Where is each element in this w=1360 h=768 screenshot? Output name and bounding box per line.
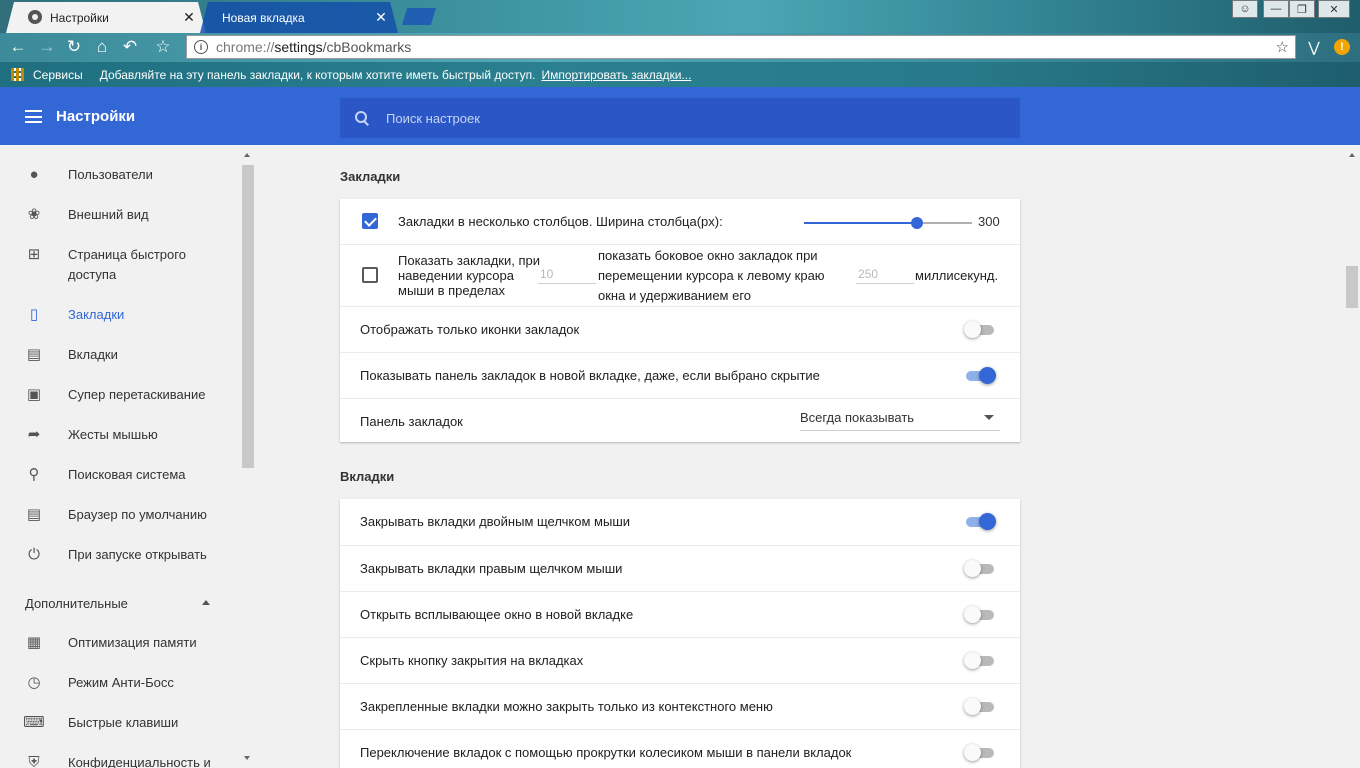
chip-icon: ▦ (26, 634, 42, 651)
slider-fill (804, 222, 917, 224)
tab-close-icon[interactable]: ✕ (182, 9, 196, 26)
palette-icon: ❀ (27, 206, 41, 223)
person-icon: ● (29, 165, 39, 183)
bookmarks-bar: Сервисы Добавляйте на эту панель закладк… (0, 62, 1360, 87)
home-icon[interactable]: ⌂ (91, 36, 113, 58)
icons-only-toggle[interactable] (964, 319, 998, 339)
setting-row-icons-only: Отображать только иконки закладок (340, 306, 1020, 352)
keyboard-icon: ⌨ (23, 714, 45, 731)
url-scheme: chrome:// (216, 39, 275, 55)
setting-row-bookmarks-bar: Панель закладок Всегда показывать (340, 398, 1020, 442)
setting-row-double-click-close: Закрывать вкладки двойным щелчком мыши (340, 499, 1020, 545)
multi-column-checkbox[interactable] (362, 213, 378, 229)
bookmark-star-icon[interactable]: ☆ (152, 36, 174, 58)
drag-select-icon: ▣ (26, 386, 42, 403)
cursor-icon: ➦ (27, 426, 41, 443)
gear-icon (28, 10, 42, 24)
undo-icon[interactable]: ↶ (119, 36, 141, 58)
column-width-slider[interactable] (804, 217, 972, 229)
menu-icon[interactable] (25, 110, 42, 123)
setting-row-right-click-close: Закрывать вкладки правым щелчком мыши (340, 545, 1020, 591)
setting-row-multi-column: Закладки в несколько столбцов. Ширина ст… (340, 199, 1020, 244)
url-host: settings (274, 39, 323, 55)
multi-column-label: Закладки в несколько столбцов. Ширина ст… (398, 214, 723, 229)
search-input[interactable]: Поиск настроек (340, 98, 1020, 138)
hover-label-part3: миллисекунд. (915, 268, 999, 283)
column-width-value: 300 (978, 214, 1000, 229)
shield-icon: ⛨ (28, 753, 40, 768)
browser-icon: ▤ (26, 506, 42, 523)
double-click-close-toggle[interactable] (964, 511, 998, 531)
sidebar-scrollbar-thumb[interactable] (242, 165, 254, 468)
show-in-new-tab-toggle[interactable] (964, 365, 998, 385)
restore-icon[interactable]: ❐ (1289, 0, 1315, 18)
hover-distance-input[interactable]: 10 (538, 264, 596, 284)
scroll-up-icon[interactable] (1349, 153, 1355, 157)
bookmarks-bar-hint: Добавляйте на эту панель закладки, к кот… (99, 67, 536, 82)
forward-arrow-icon[interactable]: → (36, 36, 58, 58)
minimize-icon[interactable]: — (1263, 0, 1289, 18)
alarm-add-icon: ◷ (27, 674, 41, 691)
tab-title: Настройки (50, 10, 109, 25)
tab-settings[interactable]: Настройки ✕ (6, 2, 206, 33)
pinned-tabs-toggle[interactable] (964, 696, 998, 716)
advanced-label: Дополнительные (25, 596, 128, 611)
add-box-icon: ⊞ (27, 246, 41, 263)
main-scrollbar-thumb[interactable] (1346, 266, 1358, 308)
reload-icon[interactable]: ↻ (63, 36, 85, 58)
hover-checkbox[interactable] (362, 267, 378, 283)
hover-label-part1: Показать закладки, при наведении курсора… (398, 253, 541, 298)
hide-close-button-toggle[interactable] (964, 650, 998, 670)
tabs-card: Закрывать вкладки двойным щелчком мыши З… (340, 499, 1020, 768)
hover-delay-input[interactable]: 250 (856, 264, 914, 284)
user-icon[interactable]: ☺ (1232, 0, 1258, 18)
popup-new-tab-toggle[interactable] (964, 604, 998, 624)
setting-row-wheel-switch: Переключение вкладок с помощью прокрутки… (340, 729, 1020, 768)
setting-row-show-in-new-tab: Показывать панель закладок в новой вклад… (340, 352, 1020, 398)
main-scrollbar[interactable] (1344, 145, 1360, 768)
tab-close-icon[interactable]: ✕ (374, 9, 388, 26)
caret-up-icon (202, 600, 210, 605)
section-title-tabs: Вкладки (340, 469, 395, 484)
hover-label-part2: показать боковое окно закладок при перем… (598, 248, 825, 303)
extensions-chevron-icon[interactable]: ⋁ (1303, 36, 1325, 58)
dropdown-arrow-icon (984, 415, 994, 420)
star-icon[interactable]: ☆ (1276, 38, 1289, 56)
setting-row-popup-new-tab: Открыть всплывающее окно в новой вкладке (340, 591, 1020, 637)
tab-new-tab[interactable]: Новая вкладка ✕ (200, 2, 398, 33)
sidebar-advanced-toggle[interactable]: Дополнительные (25, 596, 215, 611)
info-icon[interactable]: i (194, 40, 208, 54)
new-tab-button[interactable] (402, 8, 436, 25)
scroll-down-icon[interactable] (244, 756, 250, 760)
right-click-close-toggle[interactable] (964, 558, 998, 578)
power-icon: ⏻ (28, 545, 40, 563)
address-bar[interactable]: i chrome:// settings /cbBookmarks ☆ (186, 35, 1296, 59)
search-placeholder: Поиск настроек (386, 110, 480, 126)
bookmarks-bar-select[interactable]: Всегда показывать (800, 409, 1000, 431)
warning-icon[interactable]: ! (1331, 36, 1353, 58)
wheel-switch-toggle[interactable] (964, 742, 998, 762)
setting-row-hover: Показать закладки, при наведении курсора… (340, 244, 1020, 306)
import-bookmarks-link[interactable]: Импортировать закладки... (542, 68, 692, 82)
section-title-bookmarks: Закладки (340, 169, 401, 184)
page-title: Настройки (56, 108, 136, 125)
apps-grid-icon[interactable] (11, 68, 24, 81)
setting-row-hide-close-button: Скрыть кнопку закрытия на вкладках (340, 637, 1020, 683)
bookmarks-card: Закладки в несколько столбцов. Ширина ст… (340, 199, 1020, 442)
window-close-icon[interactable]: ✕ (1318, 0, 1350, 18)
sidebar: ● Пользователи ❀ Внешний вид ⊞ Страница … (0, 145, 240, 768)
slider-thumb[interactable] (910, 217, 923, 229)
search-icon: ⚲ (28, 466, 40, 483)
url-path: /cbBookmarks (322, 39, 412, 55)
apps-link[interactable]: Сервисы (33, 68, 83, 82)
tab-icon: ▤ (26, 346, 42, 363)
scroll-up-icon[interactable] (244, 153, 250, 157)
back-arrow-icon[interactable]: ← (7, 36, 29, 58)
setting-row-pinned-tabs: Закрепленные вкладки можно закрыть тольк… (340, 683, 1020, 729)
tab-title: Новая вкладка (222, 10, 305, 25)
bookmark-icon: ▯ (29, 306, 39, 323)
search-icon (355, 111, 369, 125)
